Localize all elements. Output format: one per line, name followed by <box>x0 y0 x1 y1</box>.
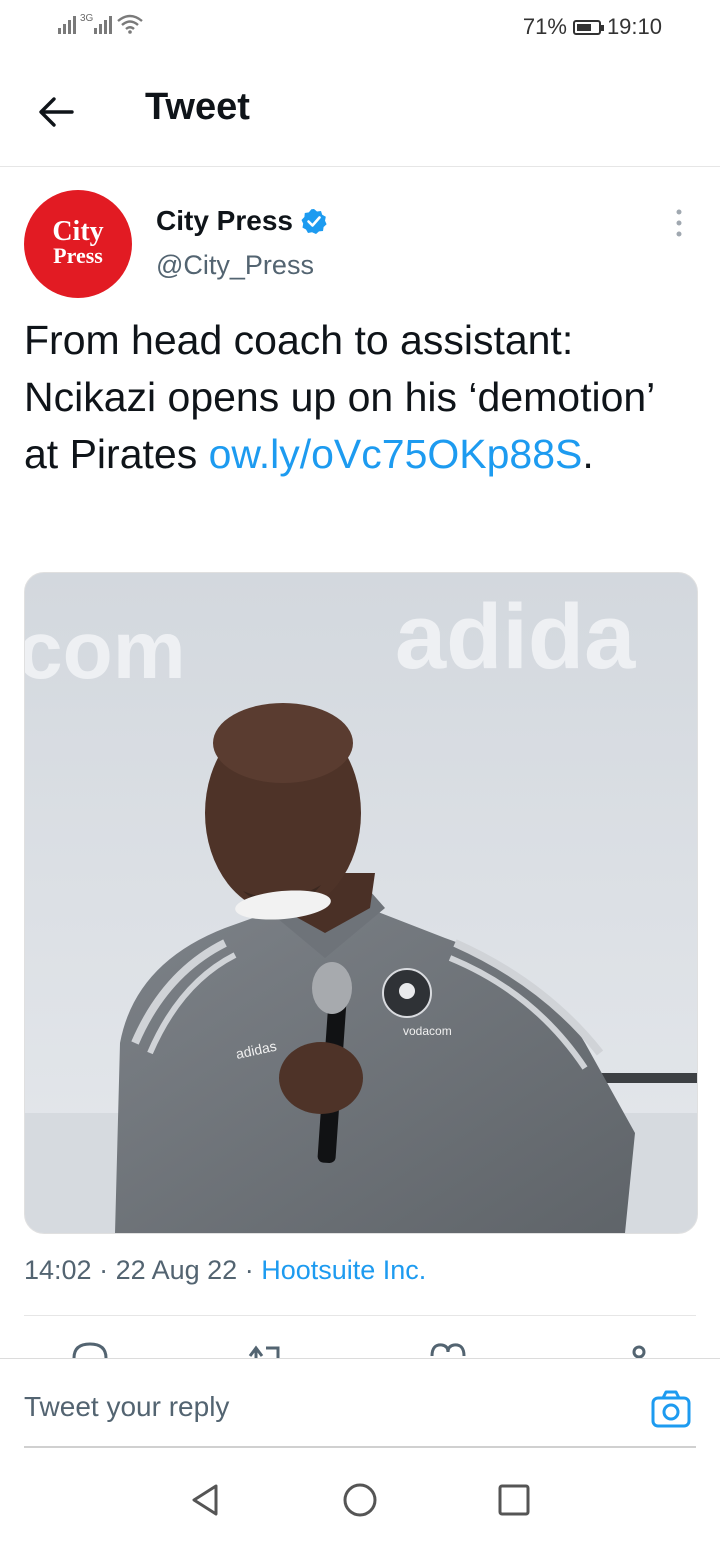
tweet-meta: 14:02 · 22 Aug 22 · Hootsuite Inc. <box>24 1255 427 1285</box>
author-name: City Press <box>156 205 293 236</box>
author-avatar[interactable]: City Press <box>24 190 132 298</box>
wifi-icon <box>117 14 144 34</box>
more-vertical-icon[interactable] <box>674 208 684 238</box>
author-name-row[interactable]: City Press <box>156 205 327 237</box>
signal-icon-2 <box>94 12 113 34</box>
reply-composer: Tweet your reply <box>0 1358 720 1449</box>
battery-percent: 71% <box>522 14 567 39</box>
media-wall-text-left: com <box>25 605 186 696</box>
reply-input[interactable]: Tweet your reply <box>24 1391 229 1423</box>
signal-icon <box>58 12 76 34</box>
system-navigation-bar <box>0 1460 720 1541</box>
clock: 19:10 <box>606 14 662 39</box>
tweet-source[interactable]: Hootsuite Inc. <box>261 1255 426 1285</box>
reply-underline <box>24 1446 696 1448</box>
tweet-actions <box>0 1340 720 1358</box>
verified-badge-icon <box>301 209 327 234</box>
tweet-media-image[interactable]: com adida vodacom adidas <box>24 572 698 1234</box>
share-icon[interactable] <box>624 1340 654 1358</box>
tweet-link[interactable]: ow.ly/​oVc75OKp88S <box>209 431 583 477</box>
status-bar: 3G 71% 19:10 <box>0 0 720 56</box>
media-sponsor-text: vodacom <box>403 1024 452 1038</box>
status-right: 71% 19:10 <box>523 14 662 40</box>
divider <box>24 1315 696 1316</box>
network-type: 3G <box>80 13 94 24</box>
nav-home-icon[interactable] <box>340 1480 380 1520</box>
tweet-time: 14:02 <box>24 1255 92 1285</box>
press-photo: com adida vodacom adidas <box>25 573 697 1233</box>
author-handle[interactable]: @City_Press <box>156 250 314 281</box>
page-title: Tweet <box>145 86 250 128</box>
tweet-text: From head coach to assistant: Ncikazi op… <box>24 312 694 483</box>
nav-recents-icon[interactable] <box>494 1480 534 1520</box>
retweet-icon[interactable] <box>244 1340 288 1358</box>
battery-icon <box>572 19 604 35</box>
avatar-logo-line2: Press <box>53 243 103 268</box>
signal-indicators: 3G <box>58 12 144 34</box>
reply-icon[interactable] <box>70 1340 110 1358</box>
back-arrow-icon[interactable] <box>34 90 78 134</box>
tweet-date: 22 Aug 22 <box>115 1255 238 1285</box>
avatar-logo-line1: City <box>52 216 104 247</box>
tweet-text-end: . <box>582 431 594 477</box>
nav-back-icon[interactable] <box>186 1480 226 1520</box>
top-app-bar: Tweet <box>0 56 720 167</box>
like-icon[interactable] <box>428 1340 468 1358</box>
camera-icon[interactable] <box>650 1389 692 1429</box>
media-wall-text-right: adida <box>395 586 636 688</box>
